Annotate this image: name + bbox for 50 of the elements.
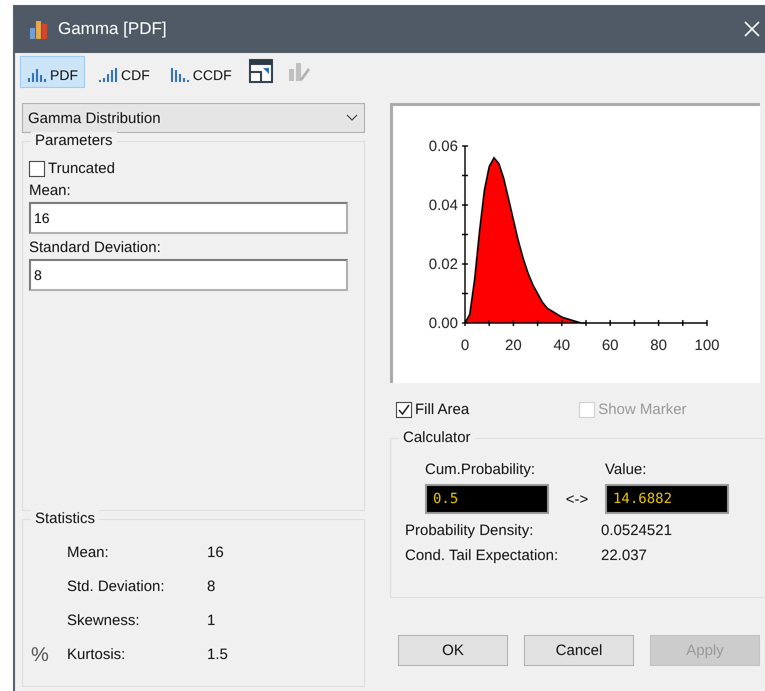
stat-label: Mean: [67, 543, 110, 563]
stat-value: 1.5 [207, 645, 229, 665]
checkbox[interactable] [29, 160, 45, 176]
field-label: Standard Deviation: [29, 239, 162, 256]
field-label: Mean: [29, 182, 72, 199]
checkbox[interactable] [396, 402, 412, 418]
bar-chart-icon [98, 65, 118, 83]
x-tick-label: 20 [505, 337, 522, 354]
x-tick-label: 60 [602, 337, 619, 354]
y-tick-label: 0.04 [428, 197, 458, 214]
window-icon [248, 58, 273, 82]
percent-symbol: % [31, 644, 50, 666]
stat-value: 16 [207, 543, 225, 563]
stat-label: Kurtosis: [67, 645, 126, 665]
checkbox-label: Fill Area [415, 401, 470, 418]
dialog-button[interactable]: Cancel [524, 635, 634, 666]
stat-value: 1 [207, 611, 216, 631]
close-icon[interactable] [743, 20, 761, 38]
result-label: Probability Density: [405, 522, 534, 539]
field-label: Cum.Probability: [425, 461, 536, 478]
x-tick-label: 40 [553, 337, 570, 354]
window-title: Gamma [PDF] [58, 19, 168, 39]
result-value: 0.0524521 [601, 522, 673, 539]
distribution-dropdown[interactable]: Gamma Distribution [22, 103, 365, 133]
checkbox-label: Truncated [48, 160, 115, 177]
y-tick-label: 0.00 [428, 315, 458, 332]
chart-type-tab[interactable]: CCDF [162, 56, 239, 88]
y-tick-label: 0.06 [428, 138, 458, 155]
input-field[interactable]: 8 [29, 259, 348, 291]
stat-label: Std. Deviation: [67, 577, 166, 597]
field-label: Value: [605, 461, 648, 478]
x-tick-label: 80 [650, 337, 667, 354]
chart-type-tab[interactable]: PDF [20, 56, 85, 88]
x-tick-label: 100 [694, 337, 720, 354]
result-value: 22.037 [601, 547, 648, 564]
chart-type-tab[interactable]: CDF [91, 56, 157, 88]
bar-chart-icon [28, 18, 50, 40]
checkbox-label: Show Marker [598, 401, 687, 418]
dialog-button[interactable]: OK [398, 635, 508, 666]
result-label: Cond. Tail Expectation: [405, 547, 560, 564]
arrow-symbol: <-> [564, 490, 590, 508]
bar-chart-icon [170, 65, 190, 83]
chevron-down-icon [346, 114, 358, 122]
y-tick-label: 0.02 [428, 256, 458, 273]
input-field[interactable]: 16 [29, 202, 348, 234]
x-tick-label: 0 [460, 337, 470, 354]
stat-label: Skewness: [67, 611, 141, 631]
input-field[interactable]: 0.5 [425, 484, 549, 514]
input-field[interactable]: 14.6882 [605, 484, 729, 514]
stat-value: 8 [207, 577, 216, 597]
